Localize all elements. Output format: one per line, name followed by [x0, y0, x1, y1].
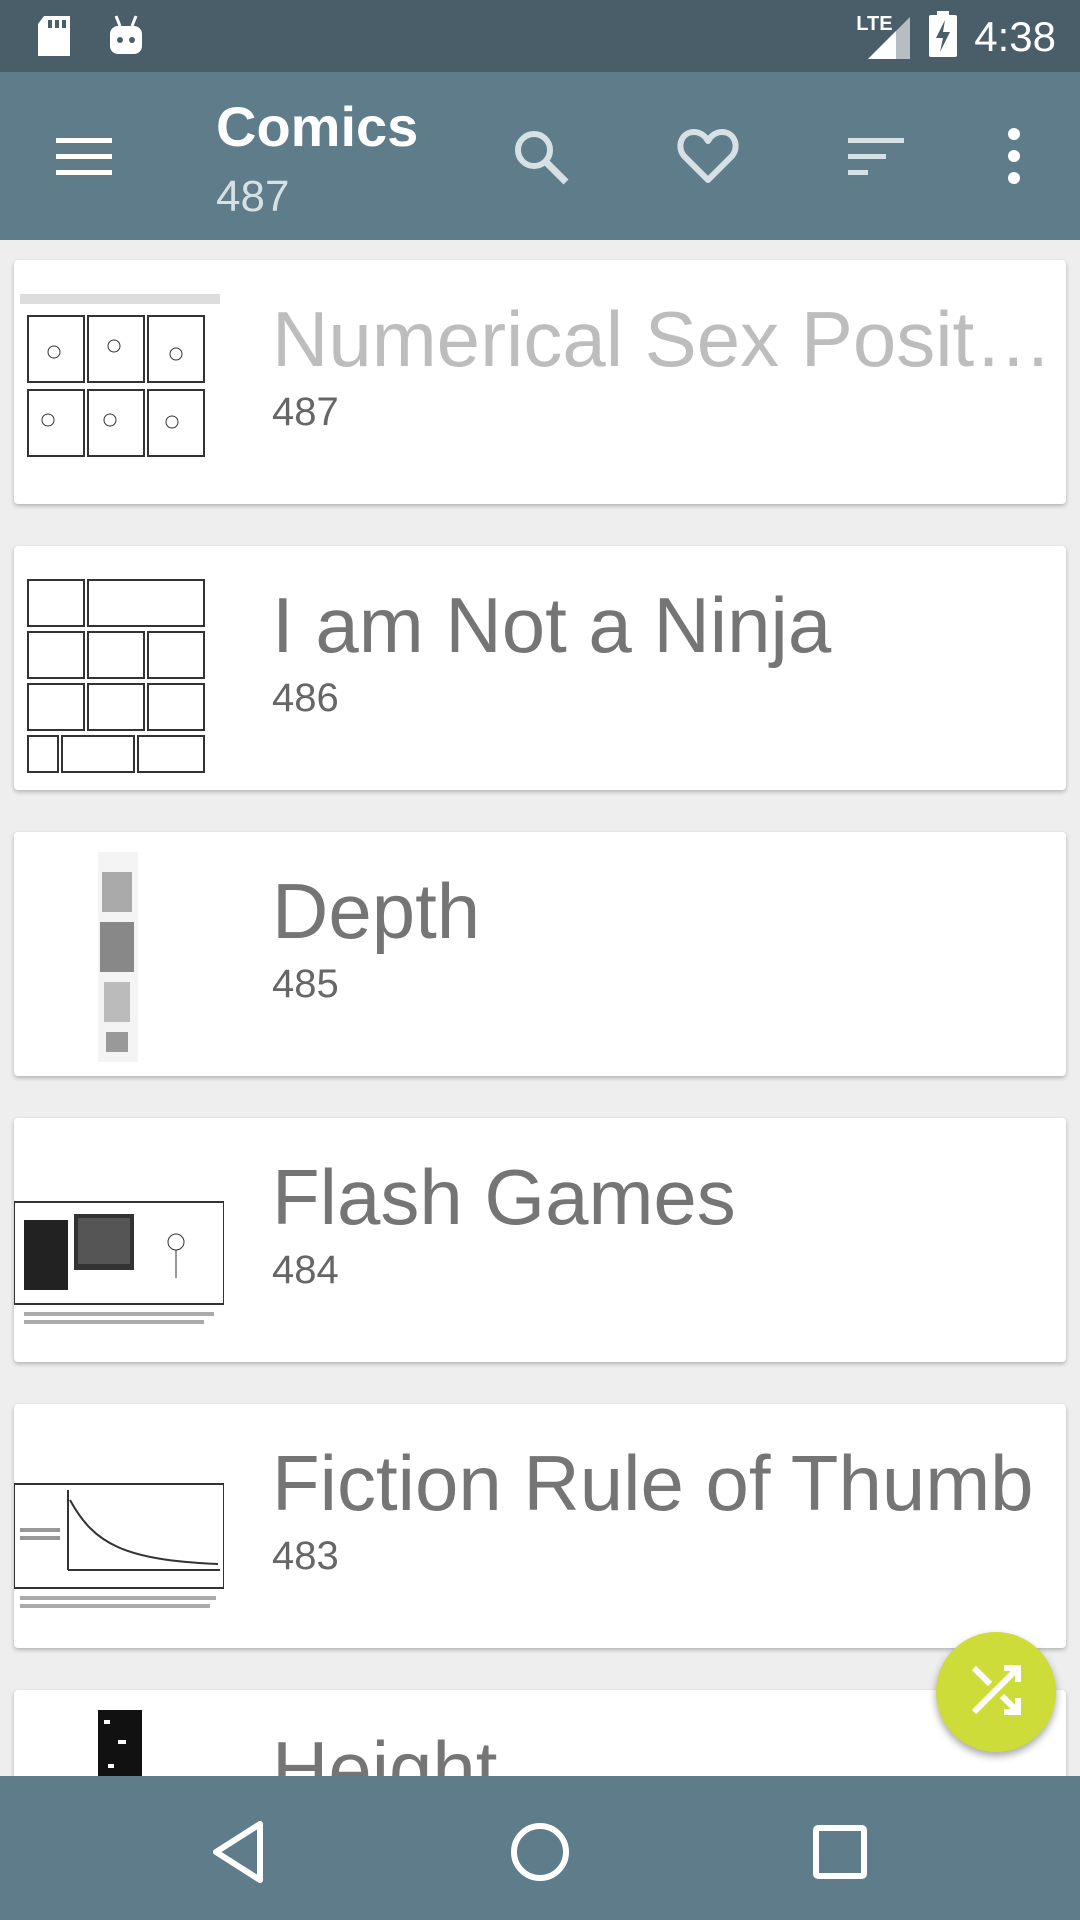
- battery-charging-icon: [928, 10, 958, 63]
- comic-thumbnail: [14, 1201, 224, 1324]
- comic-count: 487: [216, 172, 290, 221]
- comic-thumbnail: [20, 294, 220, 457]
- shuffle-icon: [968, 1662, 1024, 1723]
- android-icon: [106, 14, 146, 63]
- comic-title: Fiction Rule of Thumb: [272, 1439, 1034, 1527]
- search-icon[interactable]: [508, 124, 572, 188]
- comic-thumbnail: [98, 852, 138, 1062]
- comic-title: Numerical Sex Positions: [272, 295, 1062, 383]
- comic-thumbnail: [27, 579, 205, 773]
- comic-number: 487: [272, 390, 339, 434]
- clock: 4:38: [974, 12, 1056, 60]
- comic-title: Depth: [272, 867, 481, 955]
- comic-title: I am Not a Ninja: [272, 581, 832, 669]
- sd-card-icon: [36, 14, 72, 63]
- comic-card[interactable]: Numerical Sex Positions 487: [14, 260, 1066, 504]
- navigation-bar: [0, 1776, 1080, 1920]
- sort-icon[interactable]: [844, 124, 908, 188]
- comic-number: 483: [272, 1534, 339, 1578]
- comic-thumbnail: [98, 1710, 142, 1776]
- favorite-icon[interactable]: [676, 124, 740, 188]
- comic-card[interactable]: Depth 485: [14, 832, 1066, 1076]
- status-bar: LTE 4:38: [0, 0, 1080, 72]
- comic-title: Flash Games: [272, 1153, 736, 1241]
- app-bar: Comics 487: [0, 72, 1080, 240]
- menu-icon[interactable]: [52, 132, 116, 180]
- comic-number: 485: [272, 962, 339, 1006]
- comic-thumbnail: [14, 1483, 224, 1608]
- signal-icon: LTE: [856, 13, 912, 61]
- comic-card[interactable]: Fiction Rule of Thumb 483: [14, 1404, 1066, 1648]
- comic-number: 484: [272, 1248, 339, 1292]
- comic-title: Height: [272, 1725, 498, 1776]
- back-icon[interactable]: [204, 1816, 276, 1888]
- more-options-icon[interactable]: [982, 124, 1046, 188]
- comic-card[interactable]: Flash Games 484: [14, 1118, 1066, 1362]
- comic-list[interactable]: Numerical Sex Positions 487 I am Not a N…: [0, 240, 1080, 1776]
- home-icon[interactable]: [504, 1816, 576, 1888]
- shuffle-button[interactable]: [936, 1632, 1056, 1752]
- comic-card[interactable]: I am Not a Ninja 486: [14, 546, 1066, 790]
- recents-icon[interactable]: [804, 1816, 876, 1888]
- page-title: Comics: [216, 95, 419, 158]
- comic-number: 486: [272, 676, 339, 720]
- comic-card[interactable]: Height 482: [14, 1690, 1066, 1776]
